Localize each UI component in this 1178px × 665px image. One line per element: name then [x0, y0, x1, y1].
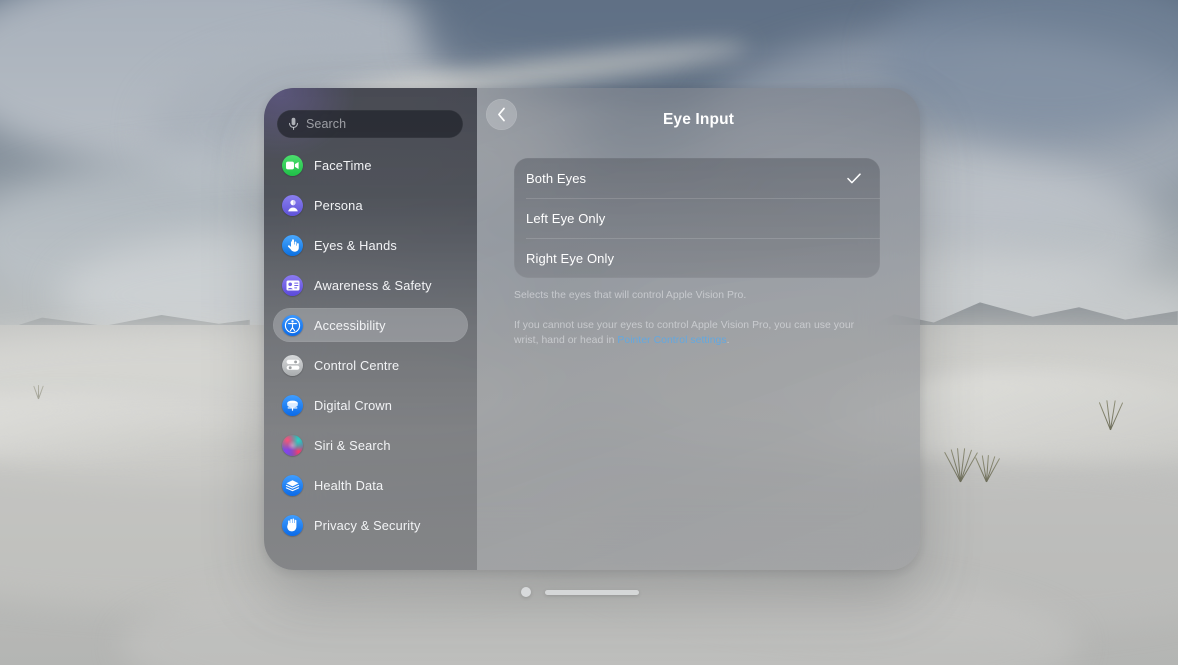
sidebar-item-label: Eyes & Hands — [314, 237, 397, 253]
sidebar-item-label: FaceTime — [314, 157, 372, 173]
settings-window: Search FaceTime Persona Eyes & Hands Awa… — [264, 88, 920, 570]
pointer-control-settings-link[interactable]: Pointer Control settings — [617, 335, 726, 346]
eyes-and-hands-icon — [282, 234, 303, 256]
sidebar-nav: FaceTime Persona Eyes & Hands Awareness … — [264, 144, 477, 542]
siri-icon — [282, 434, 303, 456]
option-right-eye-only[interactable]: Right Eye Only — [514, 238, 880, 278]
desert-shrub — [944, 448, 979, 483]
option-label: Right Eye Only — [526, 250, 615, 266]
sidebar: Search FaceTime Persona Eyes & Hands Awa… — [264, 88, 477, 570]
sidebar-item-eyes-and-hands[interactable]: Eyes & Hands — [273, 228, 468, 262]
facetime-icon — [282, 154, 303, 176]
option-both-eyes[interactable]: Both Eyes — [514, 158, 880, 198]
privacy-security-icon — [282, 514, 303, 536]
desert-shrub — [975, 455, 1001, 483]
sidebar-item-facetime[interactable]: FaceTime — [273, 148, 468, 182]
checkmark-icon — [847, 171, 861, 185]
sidebar-item-label: Awareness & Safety — [314, 277, 432, 293]
option-label: Both Eyes — [526, 170, 587, 186]
footnote-secondary: If you cannot use your eyes to control A… — [514, 319, 880, 349]
sidebar-item-persona[interactable]: Persona — [273, 188, 468, 222]
accessibility-icon — [282, 314, 303, 336]
sidebar-item-siri-and-search[interactable]: Siri & Search — [273, 428, 468, 462]
persona-icon — [282, 194, 303, 216]
detail-pane: Eye Input Both Eyes Left Eye Only Right … — [477, 88, 920, 570]
sidebar-item-label: Digital Crown — [314, 397, 393, 413]
microphone-icon — [288, 117, 299, 131]
page-title: Eye Input — [662, 111, 735, 128]
desert-shrub — [30, 385, 46, 400]
sidebar-item-label: Accessibility — [314, 317, 386, 333]
sidebar-item-label: Control Centre — [314, 357, 400, 373]
option-label: Left Eye Only — [526, 210, 606, 226]
sidebar-item-control-centre[interactable]: Control Centre — [273, 348, 468, 382]
footnote-primary: Selects the eyes that will control Apple… — [514, 290, 747, 301]
sidebar-item-label: Privacy & Security — [314, 517, 421, 533]
window-close-dot[interactable] — [521, 587, 531, 597]
desert-shrub — [1098, 400, 1124, 431]
detail-topbar: Eye Input — [477, 88, 920, 158]
eye-input-option-group: Both Eyes Left Eye Only Right Eye Only — [514, 158, 880, 278]
sidebar-item-privacy-and-security[interactable]: Privacy & Security — [273, 508, 468, 542]
sidebar-item-digital-crown[interactable]: Digital Crown — [273, 388, 468, 422]
option-left-eye-only[interactable]: Left Eye Only — [514, 198, 880, 238]
sidebar-item-label: Persona — [314, 197, 363, 213]
sidebar-item-health-data[interactable]: Health Data — [273, 468, 468, 502]
sidebar-item-label: Siri & Search — [314, 437, 391, 453]
control-centre-icon — [282, 354, 303, 376]
digital-crown-icon — [282, 394, 303, 416]
search-placeholder: Search — [306, 117, 347, 131]
health-data-icon — [282, 474, 303, 496]
sidebar-item-label: Health Data — [314, 477, 384, 493]
awareness-safety-icon — [282, 274, 303, 296]
sidebar-item-accessibility[interactable]: Accessibility — [273, 308, 468, 342]
search-input[interactable]: Search — [277, 110, 463, 138]
sidebar-item-awareness-and-safety[interactable]: Awareness & Safety — [273, 268, 468, 302]
window-resize-bar[interactable] — [545, 590, 639, 595]
search-container: Search — [264, 88, 477, 144]
footnote-text-after: . — [726, 334, 730, 346]
